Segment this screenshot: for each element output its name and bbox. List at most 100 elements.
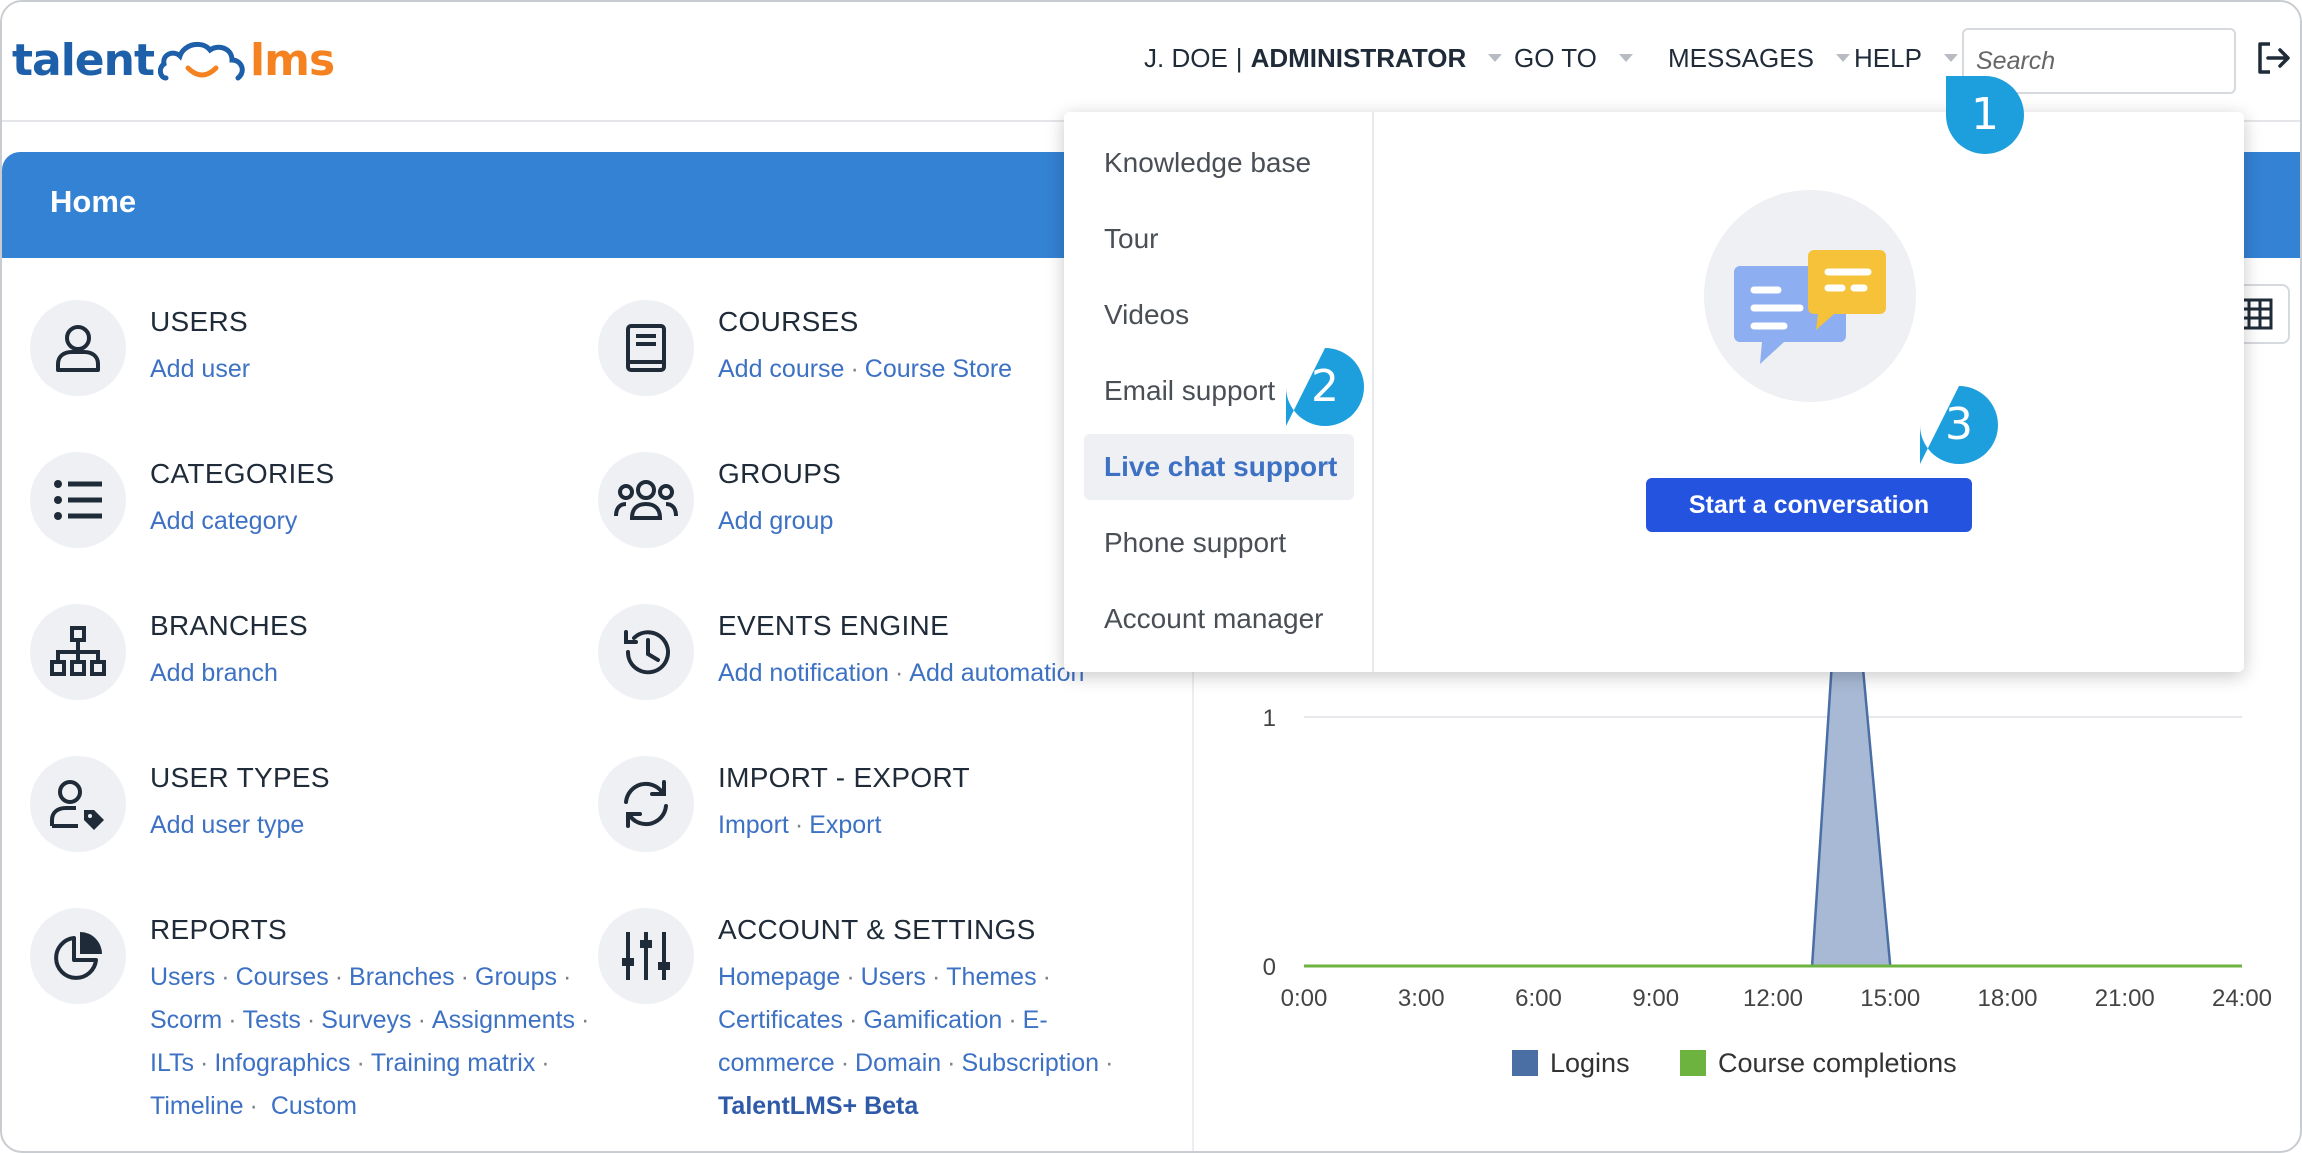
export-link[interactable]: Export xyxy=(809,811,881,839)
tile-links: Add group xyxy=(718,500,833,543)
report-link[interactable]: Groups xyxy=(475,963,557,991)
menu-item-videos[interactable]: Videos xyxy=(1084,282,1354,348)
x-tick-label: 24:00 xyxy=(2212,985,2272,1012)
tile-title[interactable]: IMPORT - EXPORT xyxy=(718,762,970,794)
help-dropdown: Knowledge base Tour Videos Email support… xyxy=(1064,112,2244,672)
callout-number: 2 xyxy=(1311,361,1339,412)
user-tag-icon[interactable] xyxy=(30,756,126,852)
tile-title[interactable]: CATEGORIES xyxy=(150,458,335,490)
pie-chart-icon[interactable] xyxy=(30,908,126,1004)
user-separator: | xyxy=(1235,42,1243,73)
tile-title[interactable]: REPORTS xyxy=(150,914,287,946)
add-automation-link[interactable]: Add automation xyxy=(909,659,1084,687)
settings-link[interactable]: Homepage xyxy=(718,963,840,991)
callout-2: 2 xyxy=(1280,342,1370,432)
settings-link[interactable]: Themes xyxy=(946,963,1036,991)
course-store-link[interactable]: Course Store xyxy=(865,355,1012,383)
tile-title[interactable]: GROUPS xyxy=(718,458,841,490)
tile-title[interactable]: COURSES xyxy=(718,306,859,338)
x-tick-label: 15:00 xyxy=(1860,985,1920,1012)
legend-swatch xyxy=(1680,1050,1706,1076)
tile-title[interactable]: ACCOUNT & SETTINGS xyxy=(718,914,1036,946)
report-link[interactable]: Tests xyxy=(243,1006,301,1034)
legend-label: Logins xyxy=(1550,1048,1630,1078)
report-link[interactable]: Surveys xyxy=(321,1006,411,1034)
chat-illustration xyxy=(1704,190,1916,402)
settings-link[interactable]: E- xyxy=(1023,1006,1048,1034)
user-menu[interactable]: J. DOE | ADMINISTRATOR xyxy=(1144,40,1503,76)
goto-menu[interactable]: GO TO xyxy=(1514,40,1633,76)
book-icon[interactable] xyxy=(598,300,694,396)
tile-title[interactable]: USER TYPES xyxy=(150,762,330,794)
settings-link[interactable]: Domain xyxy=(855,1049,941,1077)
report-link[interactable]: Timeline xyxy=(150,1092,244,1120)
chevron-down-icon xyxy=(1618,54,1633,62)
user-name: J. DOE xyxy=(1144,42,1228,73)
x-tick-label: 0:00 xyxy=(1281,985,1328,1012)
tile-links: Add course · Course Store xyxy=(718,355,1013,383)
settings-link[interactable]: Gamification xyxy=(863,1006,1002,1034)
callout-number: 1 xyxy=(1971,89,1999,140)
talentlms-plus-link[interactable]: TalentLMS+ Beta xyxy=(718,1092,918,1120)
tile-links: Add user xyxy=(150,348,250,391)
settings-link[interactable]: commerce xyxy=(718,1049,835,1077)
report-link[interactable]: Scorm xyxy=(150,1006,222,1034)
goto-label: GO TO xyxy=(1514,42,1597,73)
tile-links: Add category xyxy=(150,500,297,543)
add-user-type-link[interactable]: Add user type xyxy=(150,811,304,839)
chevron-down-icon xyxy=(1488,54,1503,62)
x-tick-label: 6:00 xyxy=(1515,985,1562,1012)
messages-menu[interactable]: MESSAGES xyxy=(1668,40,1850,76)
series-logins-area xyxy=(1304,667,2242,966)
add-branch-link[interactable]: Add branch xyxy=(150,659,278,687)
branches-icon[interactable] xyxy=(30,604,126,700)
add-course-link[interactable]: Add course xyxy=(718,355,844,383)
tile-title[interactable]: USERS xyxy=(150,306,248,338)
logout-icon[interactable] xyxy=(2254,38,2294,78)
add-group-link[interactable]: Add group xyxy=(718,507,833,535)
menu-item-account-manager[interactable]: Account manager xyxy=(1084,586,1354,652)
help-label: HELP xyxy=(1854,42,1922,73)
list-icon[interactable] xyxy=(30,452,126,548)
add-notification-link[interactable]: Add notification xyxy=(718,659,889,687)
tile-links: Add notification · Add automation xyxy=(718,659,1085,687)
tile-title[interactable]: BRANCHES xyxy=(150,610,308,642)
report-link[interactable]: Custom xyxy=(271,1092,357,1120)
chevron-down-icon xyxy=(1943,54,1958,62)
page-title: Home xyxy=(50,184,137,219)
history-icon[interactable] xyxy=(598,604,694,700)
settings-link[interactable]: Subscription xyxy=(962,1049,1100,1077)
menu-item-knowledge-base[interactable]: Knowledge base xyxy=(1084,130,1354,196)
import-link[interactable]: Import xyxy=(718,811,789,839)
y-tick-label: 0 xyxy=(1263,954,1276,981)
report-link[interactable]: Assignments xyxy=(432,1006,575,1034)
tile-title[interactable]: EVENTS ENGINE xyxy=(718,610,949,642)
report-link[interactable]: Courses xyxy=(236,963,329,991)
report-link[interactable]: Users xyxy=(150,963,215,991)
sliders-icon[interactable] xyxy=(598,908,694,1004)
chat-bubbles-icon xyxy=(1734,250,1886,364)
start-conversation-button[interactable]: Start a conversation xyxy=(1646,478,1972,532)
menu-item-live-chat-support[interactable]: Live chat support xyxy=(1084,434,1354,500)
logo-talent-text: talent xyxy=(12,34,155,86)
tile-links: Add branch xyxy=(150,652,278,695)
tile-links: Add user type xyxy=(150,804,304,847)
report-link[interactable]: Infographics xyxy=(214,1049,350,1077)
settings-link[interactable]: Users xyxy=(861,963,926,991)
report-link[interactable]: Training matrix xyxy=(371,1049,535,1077)
menu-item-tour[interactable]: Tour xyxy=(1084,206,1354,272)
x-tick-label: 12:00 xyxy=(1743,985,1803,1012)
group-icon[interactable] xyxy=(598,452,694,548)
settings-link[interactable]: Certificates xyxy=(718,1006,843,1034)
report-link[interactable]: ILTs xyxy=(150,1049,194,1077)
report-link[interactable]: Branches xyxy=(349,963,455,991)
menu-item-phone-support[interactable]: Phone support xyxy=(1084,510,1354,576)
callout-3: 3 xyxy=(1914,380,2004,470)
add-user-link[interactable]: Add user xyxy=(150,355,250,383)
sync-icon[interactable] xyxy=(598,756,694,852)
talentlms-logo[interactable]: talent lms xyxy=(12,30,335,90)
x-tick-label: 18:00 xyxy=(1977,985,2037,1012)
user-icon[interactable] xyxy=(30,300,126,396)
x-tick-label: 21:00 xyxy=(2095,985,2155,1012)
add-category-link[interactable]: Add category xyxy=(150,507,297,535)
